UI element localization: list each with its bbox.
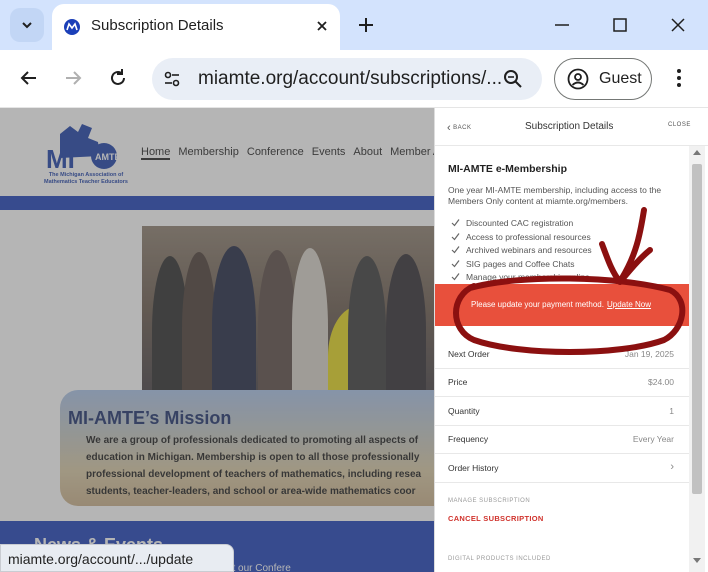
frequency-row: Frequency Every Year [435,425,689,454]
cancel-subscription-button[interactable]: CANCEL SUBSCRIPTION [448,514,544,523]
close-panel-button[interactable]: CLOSE [668,122,691,128]
back-button[interactable]: ‹ BACK [447,122,472,134]
status-url: miamte.org/account/.../update [8,551,194,567]
browser-toolbar: miamte.org/account/subscriptions/... Gue… [0,50,708,108]
minimize-icon[interactable] [552,15,572,35]
scroll-up-arrow-icon[interactable] [693,150,701,155]
tab-search-button[interactable] [10,8,44,42]
back-arrow-icon[interactable] [18,67,40,89]
benefit-label: Archived webinars and resources [466,245,592,255]
benefit-item: SIG pages and Coffee Chats [451,258,592,272]
benefit-item: Manage your membership online [451,271,592,285]
alert-text: Please update your payment method. Update… [471,300,651,309]
check-icon [451,273,460,281]
zoom-magnifier-icon[interactable] [502,68,524,90]
frequency-value: Every Year [632,434,674,444]
check-icon [451,232,460,240]
close-tab-icon[interactable] [314,18,330,34]
scroll-thumb[interactable] [692,164,702,494]
payment-alert-banner: Please update your payment method. Update… [435,284,689,326]
frequency-label: Frequency [448,434,489,444]
close-window-icon[interactable] [668,15,688,35]
back-label: BACK [453,125,472,131]
benefit-item: Access to professional resources [451,231,592,245]
active-tab[interactable]: Subscription Details [52,4,340,50]
forward-arrow-icon[interactable] [62,67,84,89]
profile-button[interactable]: Guest [554,58,652,100]
alert-message: Please update your payment method. [471,300,604,309]
price-row: Price $24.00 [435,368,689,397]
next-order-row: Next Order Jan 19, 2025 [435,340,689,369]
quantity-label: Quantity [448,406,480,416]
check-icon [451,246,460,254]
price-value: $24.00 [648,377,674,387]
link-status-bubble: miamte.org/account/.../update [0,544,234,572]
check-icon [451,219,460,227]
check-icon [451,259,460,267]
product-description: One year MI-AMTE membership, including a… [448,185,662,206]
chevron-right-icon: › [670,461,674,473]
benefits-list: Discounted CAC registration Access to pr… [451,217,592,285]
miamte-favicon-icon [64,19,80,35]
order-history-row[interactable]: Order History › [435,454,689,483]
update-now-link[interactable]: Update Now [607,300,651,309]
subscription-panel: ‹ BACK Subscription Details CLOSE MI-AMTE… [434,108,708,572]
reload-icon[interactable] [107,67,129,89]
chevron-down-icon [22,22,32,29]
price-label: Price [448,377,468,387]
benefit-label: Access to professional resources [466,231,591,242]
next-order-label: Next Order [448,349,490,359]
manage-subscription-heading: MANAGE SUBSCRIPTION [448,498,531,504]
next-order-value: Jan 19, 2025 [624,349,674,359]
quantity-value[interactable]: 1 [669,406,674,416]
more-menu-icon[interactable] [668,67,690,89]
url-text: miamte.org/account/subscriptions/... [198,68,503,89]
benefit-item: Discounted CAC registration [451,217,592,231]
quantity-row: Quantity 1 [435,397,689,426]
order-history-label: Order History [448,463,499,473]
benefit-label: Manage your membership online [466,272,590,282]
new-tab-icon[interactable] [356,15,376,35]
chevron-left-icon: ‹ [447,122,452,134]
panel-header: ‹ BACK Subscription Details CLOSE [435,108,708,146]
scroll-down-arrow-icon[interactable] [693,558,701,563]
benefit-item: Archived webinars and resources [451,244,592,258]
maximize-icon[interactable] [610,15,630,35]
digital-products-heading: DIGITAL PRODUCTS INCLUDED [448,556,551,562]
panel-title: Subscription Details [525,121,614,132]
benefit-label: Discounted CAC registration [466,218,574,228]
panel-scrollbar[interactable] [689,146,705,572]
account-circle-icon [567,68,589,90]
benefit-label: SIG pages and Coffee Chats [466,258,575,269]
address-bar[interactable]: miamte.org/account/subscriptions/... [152,58,542,100]
tab-strip: Subscription Details [0,0,708,50]
site-info-icon[interactable] [162,69,182,89]
product-name: MI-AMTE e-Membership [448,163,568,175]
profile-label: Guest [599,70,642,87]
tab-title: Subscription Details [91,17,224,34]
